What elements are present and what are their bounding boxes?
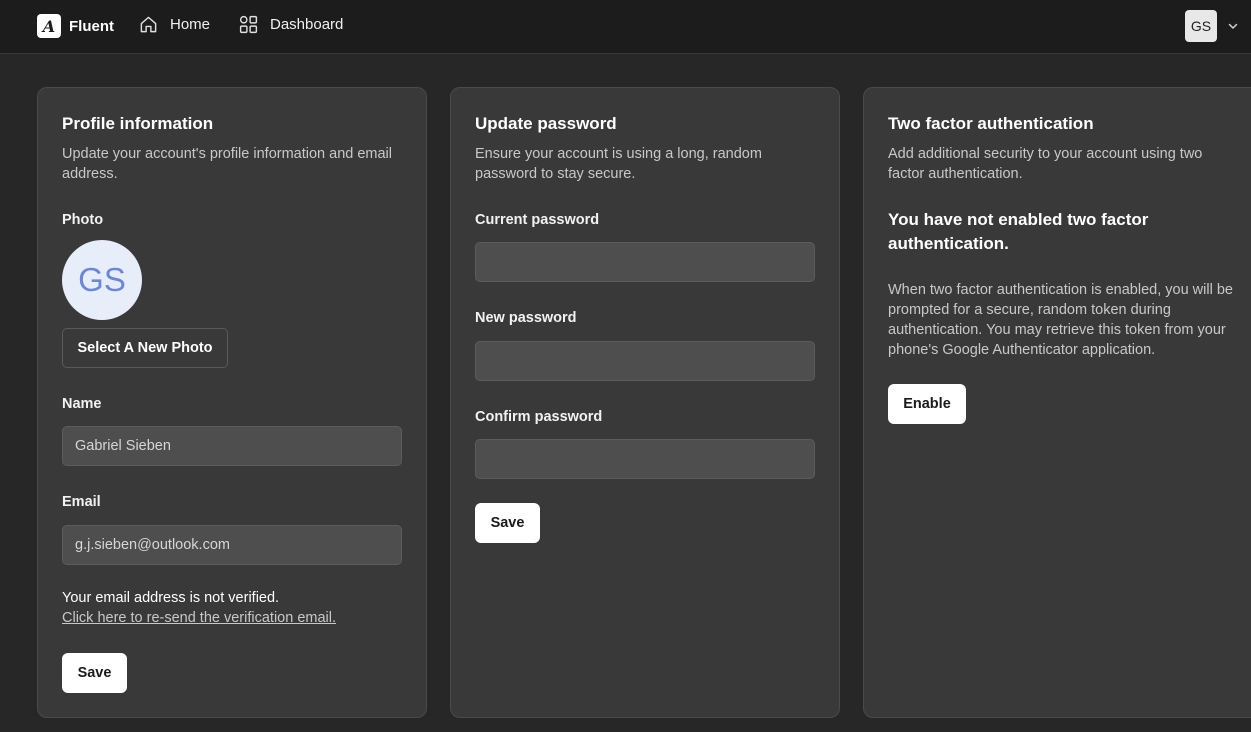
two-factor-status-heading: You have not enabled two factor authenti… [888,210,1149,253]
card-description: Add additional security to your account … [888,146,1203,182]
chevron-down-icon[interactable] [1227,20,1239,32]
name-label: Name [62,396,102,412]
brand-name: Fluent [69,17,114,35]
email-unverified-text: Your email address is not verified. [62,590,280,606]
select-new-photo-button[interactable]: Select A New Photo [62,328,228,368]
new-password-label: New password [475,310,577,326]
two-factor-auth-card: Two factor authentication Add additional… [863,87,1251,718]
card-title: Two factor authentication [888,114,1094,133]
current-password-label: Current password [475,212,600,228]
profile-photo-avatar: GS [62,240,142,320]
current-password-input[interactable] [475,242,815,282]
photo-label: Photo [62,212,104,228]
card-title: Profile information [62,114,214,133]
two-factor-explanation: When two factor authentication is enable… [888,282,1233,358]
brand-logo: A [37,14,61,38]
email-label: Email [62,494,101,510]
user-menu-avatar[interactable]: GS [1185,10,1217,42]
enable-two-factor-button[interactable]: Enable [888,384,966,424]
confirm-password-input[interactable] [475,439,815,479]
top-navigation-bar: A Fluent Home Dashboard GS [0,0,1251,54]
profile-information-card: Profile information Update your account'… [37,87,427,718]
password-save-button[interactable]: Save [475,503,540,543]
new-password-input[interactable] [475,341,815,381]
nav-dashboard[interactable]: Dashboard [239,15,343,34]
nav-home-label: Home [170,16,211,33]
card-description: Update your account's profile informatio… [62,146,393,182]
confirm-password-label: Confirm password [475,409,603,425]
profile-save-button[interactable]: Save [62,653,127,693]
grid-icon [239,15,258,34]
resend-verification-link[interactable]: Click here to re-send the verification e… [62,610,336,626]
name-input[interactable]: Gabriel Sieben [62,426,402,466]
nav-dashboard-label: Dashboard [270,16,344,33]
home-icon [140,16,157,33]
card-description: Ensure your account is using a long, ran… [475,146,762,182]
email-input[interactable]: g.j.sieben@outlook.com [62,525,402,565]
brand[interactable]: A Fluent [37,14,114,38]
card-title: Update password [475,114,617,133]
nav-home[interactable]: Home [139,15,210,34]
update-password-card: Update password Ensure your account is u… [450,87,840,718]
